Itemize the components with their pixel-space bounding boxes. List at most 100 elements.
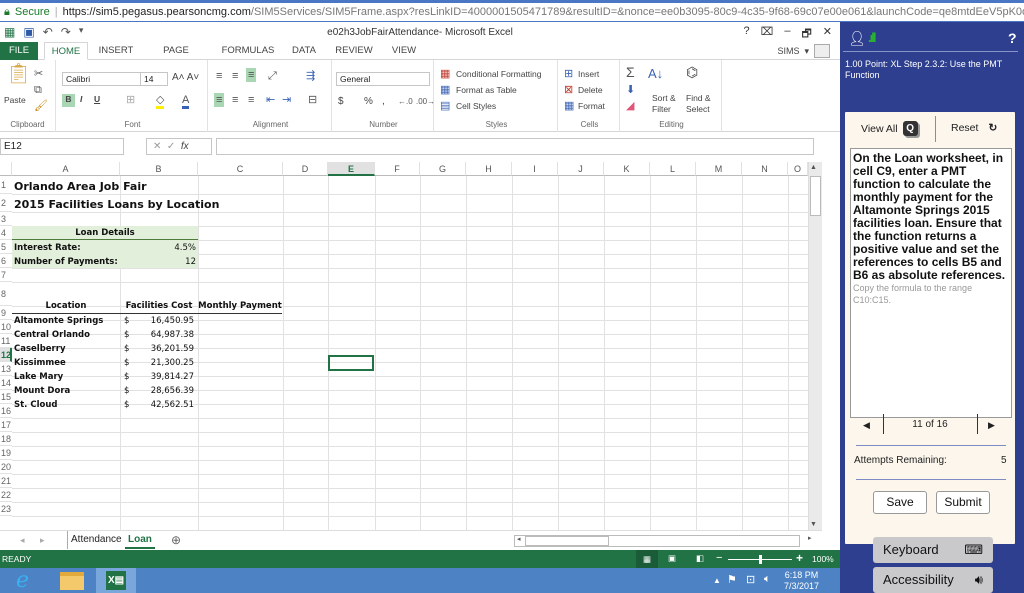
row-header-5[interactable]: 5 (0, 240, 12, 254)
column-header-j[interactable]: J (558, 162, 604, 176)
font-size-select[interactable]: 14 (140, 72, 168, 86)
format-painter-icon[interactable]: 🖌︎ (34, 100, 48, 112)
scroll-down-icon[interactable]: ▼ (810, 521, 817, 528)
wrap-text-icon[interactable]: ⇶ (306, 70, 315, 82)
facilities-cost-cell[interactable]: 16,450.95 (140, 314, 194, 328)
row-header-20[interactable]: 20 (0, 460, 12, 474)
previous-question-icon[interactable]: ◀ (863, 420, 870, 431)
bold-button[interactable]: B (62, 94, 75, 107)
add-sheet-icon[interactable]: ⊕ (171, 533, 181, 547)
excel-taskbar-button[interactable]: X▤ (96, 568, 136, 593)
currency-symbol-cell[interactable]: $ (124, 370, 129, 384)
tab-view[interactable]: VIEW (388, 42, 420, 60)
action-center-icon[interactable]: ⚑ (727, 573, 737, 586)
horizontal-scrollbar[interactable]: ◂ (514, 535, 800, 547)
row-header-1[interactable]: 1 (0, 176, 12, 194)
underline-button[interactable]: U (94, 94, 100, 104)
cell-a6[interactable]: Number of Payments: (14, 255, 118, 269)
view-all-button[interactable]: View All Q (861, 121, 918, 136)
currency-symbol-cell[interactable]: $ (124, 328, 129, 342)
sheet-scroll-right-icon[interactable]: ▸ (40, 535, 45, 546)
sheet-tab-loan[interactable]: Loan (125, 531, 155, 549)
keyboard-button[interactable]: Keyboard ⌨ (873, 537, 993, 563)
reset-button[interactable]: Reset ↻ (951, 122, 997, 134)
location-name-cell[interactable]: Altamonte Springs (14, 314, 103, 328)
format-button[interactable]: Format (578, 101, 605, 111)
row-header-15[interactable]: 15 (0, 390, 12, 404)
spreadsheet-grid[interactable]: ABCDEFGHIJKLMNO 1 2 3 4 5 6 7 8 9 10 11 12 13 14 15 16 1… (0, 162, 822, 530)
browser-address-bar[interactable]: 🔒︎ Secure | https://sim5.pegasus.pearson… (0, 0, 1024, 22)
tab-file[interactable]: FILE (0, 42, 38, 60)
currency-symbol-cell[interactable]: $ (124, 398, 129, 412)
scroll-up-icon[interactable]: ▲ (810, 164, 817, 171)
row-header-12[interactable]: 12 (0, 348, 12, 362)
zoom-out-icon[interactable]: − (716, 552, 722, 564)
sort-filter-label-1[interactable]: Sort & (652, 93, 676, 103)
horizontal-scroll-thumb[interactable] (525, 536, 609, 546)
currency-symbol-cell[interactable]: $ (124, 314, 129, 328)
insert-button[interactable]: Insert (578, 69, 599, 79)
column-header-b[interactable]: B (120, 162, 198, 176)
fill-icon[interactable]: ⬇ (626, 84, 635, 96)
borders-icon[interactable]: ⊞ (126, 94, 135, 106)
row-header-14[interactable]: 14 (0, 376, 12, 390)
column-header-a[interactable]: A (12, 162, 120, 176)
cell-styles-button[interactable]: Cell Styles (456, 101, 496, 111)
cell-b6[interactable]: 12 (120, 255, 196, 269)
page-break-view-icon[interactable]: ◧ (696, 553, 704, 564)
number-format-select[interactable]: General (336, 72, 430, 86)
url-host[interactable]: https://sim5.pegasus.pearsoncmg.com (63, 6, 251, 18)
cell-b8[interactable]: Facilities Cost (120, 299, 198, 313)
row-header-3[interactable]: 3 (0, 212, 12, 226)
tab-insert[interactable]: INSERT (96, 42, 136, 60)
next-question-icon[interactable]: ▶ (988, 420, 995, 431)
internet-explorer-icon[interactable]: e (16, 568, 29, 593)
row-header-17[interactable]: 17 (0, 418, 12, 432)
column-header-l[interactable]: L (650, 162, 696, 176)
column-header-g[interactable]: G (420, 162, 466, 176)
row-header-8[interactable]: 8 (0, 282, 12, 306)
row-header-7[interactable]: 7 (0, 268, 12, 282)
row-header-6[interactable]: 6 (0, 254, 12, 268)
column-header-e[interactable]: E (328, 162, 375, 176)
currency-symbol-cell[interactable]: $ (124, 356, 129, 370)
paste-icon[interactable]: 📋︎ (6, 64, 31, 84)
align-left-icon[interactable]: ≡ (214, 93, 225, 107)
hscroll-left-icon[interactable]: ◂ (517, 535, 521, 543)
facilities-cost-cell[interactable]: 64,987.38 (140, 328, 194, 342)
increase-indent-icon[interactable]: ⇥ (282, 94, 291, 106)
file-explorer-icon[interactable] (60, 572, 84, 590)
tab-page-layout[interactable]: PAGE LAYOUT (144, 42, 208, 74)
currency-symbol-cell[interactable]: $ (124, 342, 129, 356)
name-box[interactable]: E12 (0, 138, 124, 155)
align-middle-icon[interactable]: ≡ (232, 70, 238, 82)
currency-symbol-cell[interactable]: $ (124, 384, 129, 398)
row-header-10[interactable]: 10 (0, 320, 12, 334)
font-name-select[interactable]: Calibri (62, 72, 142, 86)
zoom-slider-thumb[interactable] (759, 555, 762, 564)
format-as-table-button[interactable]: Format as Table (456, 85, 517, 95)
column-header-h[interactable]: H (466, 162, 512, 176)
row-header-23[interactable]: 23 (0, 502, 12, 516)
merge-center-icon[interactable]: ⊟ (308, 94, 317, 106)
align-right-icon[interactable]: ≡ (248, 94, 254, 106)
clock[interactable]: 6:18 PM 7/3/2017 (784, 570, 819, 592)
page-layout-view-icon[interactable]: ▣ (668, 553, 676, 564)
location-name-cell[interactable]: Mount Dora (14, 384, 70, 398)
row-header-19[interactable]: 19 (0, 446, 12, 460)
align-center-icon[interactable]: ≡ (232, 94, 238, 106)
user-account[interactable]: SIMS ▾ (777, 44, 830, 58)
formula-input[interactable] (216, 138, 814, 155)
column-header-f[interactable]: F (375, 162, 420, 176)
location-name-cell[interactable]: Caselberry (14, 342, 66, 356)
cell-a8[interactable]: Location (12, 299, 120, 313)
autosum-icon[interactable]: Σ (626, 65, 635, 79)
hscroll-right-icon[interactable]: ▸ (808, 534, 812, 542)
facilities-cost-cell[interactable]: 39,814.27 (140, 370, 194, 384)
normal-view-icon[interactable]: ▦ (636, 550, 658, 568)
row-header-11[interactable]: 11 (0, 334, 12, 348)
column-header-k[interactable]: K (604, 162, 650, 176)
facilities-cost-cell[interactable]: 42,562.51 (140, 398, 194, 412)
zoom-in-icon[interactable]: + (796, 551, 803, 565)
cell-a4[interactable]: Loan Details (12, 226, 198, 240)
